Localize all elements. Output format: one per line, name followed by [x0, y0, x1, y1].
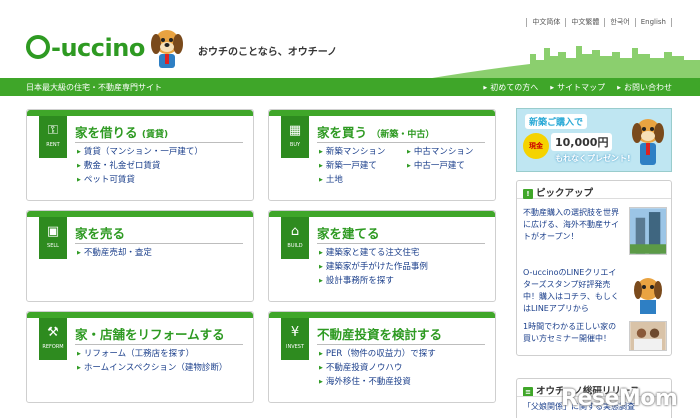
link-per-search[interactable]: PER（物件の収益力）で探す — [319, 349, 491, 359]
link-new-house[interactable]: 新築一戸建て — [319, 161, 407, 171]
link-rent-zero-deposit[interactable]: 敷金・礼金ゼロ賃貸 — [77, 161, 249, 171]
sign-icon: ▣ SELL — [39, 217, 67, 259]
banner-cash-badge: 現金 — [523, 133, 549, 159]
city-skyline-illustration — [420, 46, 700, 80]
card-title[interactable]: 不動産投資を検討する — [317, 324, 442, 343]
lang-zh-tw[interactable]: 中文繁體 — [565, 18, 604, 27]
chart-icon: ¥ INVEST — [281, 318, 309, 360]
link-rent-pet[interactable]: ペット可賃貸 — [77, 175, 249, 185]
link-new-mansion[interactable]: 新築マンション — [319, 147, 407, 157]
building-thumbnail — [629, 207, 667, 255]
card-title[interactable]: 家を建てる — [317, 223, 380, 242]
dog-mascot-icon — [632, 119, 664, 165]
global-nav-bar: 日本最大級の住宅・不動産専門サイト 初めての方へ サイトマップ お問い合わせ — [0, 78, 700, 96]
card-title[interactable]: 家を借りる (賃貸) — [75, 122, 168, 141]
tools-icon: ⚒ REFORM — [39, 318, 67, 360]
link-overseas[interactable]: 海外移住・不動産投資 — [319, 377, 491, 387]
dog-mascot-icon — [151, 30, 183, 68]
pickup-heading: ! ピックアップ — [517, 181, 671, 199]
watermark-logo: ReseMom — [561, 386, 678, 411]
lang-en[interactable]: English — [634, 18, 672, 27]
tagline: おウチのことなら、オウチーノ — [198, 47, 338, 58]
link-home-inspection[interactable]: ホームインスペクション（建物診断） — [77, 363, 249, 373]
pickup-item[interactable]: O-uccinoのLINEクリエイターズスタンプ好評発売中！購入はコチラ、もしく… — [523, 267, 667, 323]
nav-first-time[interactable]: 初めての方へ — [483, 82, 538, 93]
link-used-mansion[interactable]: 中古マンション — [407, 147, 491, 157]
banner-subtext: もれなくプレゼント! — [555, 154, 631, 163]
building-icon: ▦ BUY — [281, 116, 309, 158]
link-reform[interactable]: リフォーム（工務店を探す） — [77, 349, 249, 359]
dog-mascot-icon — [634, 278, 662, 314]
card-title[interactable]: 家を買う （新築・中古） — [317, 122, 434, 141]
link-architect-house[interactable]: 建築家と建てる注文住宅 — [319, 248, 491, 258]
seminar-thumbnail — [629, 321, 667, 351]
link-land[interactable]: 土地 — [319, 175, 407, 185]
house-icon: ⌂ BUILD — [281, 217, 309, 259]
nav-contact[interactable]: お問い合わせ — [617, 82, 672, 93]
global-nav: 初めての方へ サイトマップ お問い合わせ — [471, 82, 672, 93]
link-rent-all[interactable]: 賃貸（マンション・一戸建て） — [77, 147, 249, 157]
link-invest-knowhow[interactable]: 不動産投資ノウハウ — [319, 363, 491, 373]
card-sell: ▣SELL 家を売る 不動産売却・査定 — [26, 210, 254, 302]
card-rent: ⚿RENT 家を借りる (賃貸) 賃貸（マンション・一戸建て） 敷金・礼金ゼロ賃… — [26, 109, 254, 201]
logo-text: -uccino — [51, 34, 145, 62]
pickup-item[interactable]: 不動産購入の選択肢を世界に広げる、海外不動産サイトがオープン！ — [523, 207, 667, 265]
key-icon: ⚿ RENT — [39, 116, 67, 158]
document-icon: ≡ — [523, 387, 533, 396]
site-description: 日本最大級の住宅・不動産専門サイト — [26, 83, 162, 92]
language-switcher: 中文简体 中文繁體 한국어 English — [526, 18, 672, 27]
card-invest: ¥INVEST 不動産投資を検討する PER（物件の収益力）で探す 不動産投資ノ… — [268, 311, 496, 403]
pickup-panel: ! ピックアップ 不動産購入の選択肢を世界に広げる、海外不動産サイトがオープン！ … — [516, 180, 672, 356]
link-sell-assess[interactable]: 不動産売却・査定 — [77, 248, 249, 258]
banner-amount: 10,000円 — [551, 133, 613, 151]
card-buy: ▦BUY 家を買う （新築・中古） 新築マンション 中古マンション 新築一戸建て… — [268, 109, 496, 201]
card-reform: ⚒REFORM 家・店舗をリフォームする リフォーム（工務店を探す） ホームイン… — [26, 311, 254, 403]
nav-sitemap[interactable]: サイトマップ — [550, 82, 605, 93]
card-build: ⌂BUILD 家を建てる 建築家と建てる注文住宅 建築家が手がけた作品事例 設計… — [268, 210, 496, 302]
link-design-office[interactable]: 設計事務所を探す — [319, 276, 491, 286]
banner-headline: 新築ご購入で — [525, 114, 588, 129]
link-architect-works[interactable]: 建築家が手がけた作品事例 — [319, 262, 491, 272]
card-title[interactable]: 家・店舗をリフォームする — [75, 324, 225, 343]
exclamation-icon: ! — [523, 189, 533, 199]
header: 中文简体 中文繁體 한국어 English -uccino おウチのことなら、オ… — [0, 0, 700, 80]
link-used-house[interactable]: 中古一戸建て — [407, 161, 491, 171]
lang-zh-cn[interactable]: 中文简体 — [526, 18, 565, 27]
lang-ko[interactable]: 한국어 — [604, 18, 634, 27]
site-logo[interactable]: -uccino — [26, 34, 145, 62]
pickup-item[interactable]: 1時間でわかる正しい家の買い方セミナー開催中！ — [523, 321, 667, 355]
card-title[interactable]: 家を売る — [75, 223, 125, 242]
promo-banner[interactable]: 新築ご購入で 現金 10,000円 もれなくプレゼント! — [516, 108, 672, 172]
